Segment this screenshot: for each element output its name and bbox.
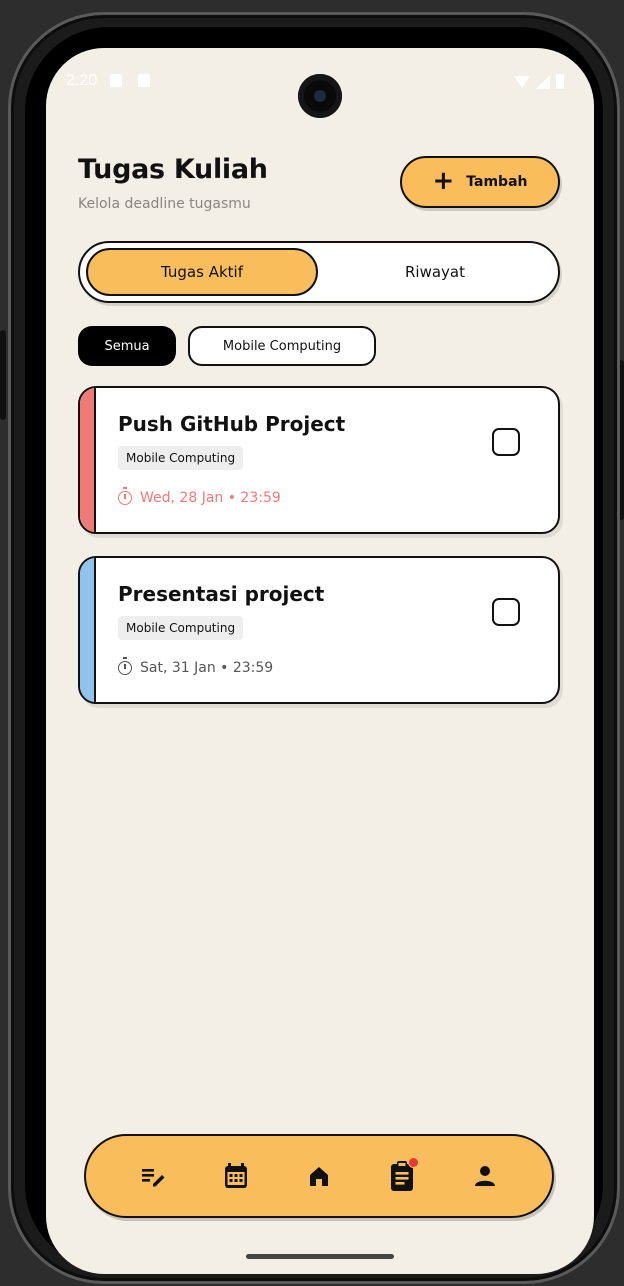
app-screen: 2:20 Tugas Kuliah Kelola deadline tugasm… [46,48,594,1274]
task-deadline: Wed, 28 Jan • 23:59 [118,487,281,506]
device-frame: 2:20 Tugas Kuliah Kelola deadline tugasm… [0,0,624,1286]
tab-riwayat[interactable]: Riwayat [320,248,550,296]
notification-badge [407,1157,419,1168]
task-tab-switcher: Tugas Aktif Riwayat [78,241,560,303]
timer-icon [118,487,132,505]
task-card[interactable]: Push GitHub Project Mobile Computing Wed… [78,386,560,534]
task-complete-checkbox[interactable] [492,428,520,456]
plus-icon: + [432,165,455,196]
filter-chip-semua[interactable]: Semua [78,326,176,366]
task-priority-bar [80,388,96,532]
nav-home-button[interactable] [304,1161,334,1191]
task-course-tag: Mobile Computing [118,616,244,640]
system-icons [514,74,564,89]
home-indicator[interactable] [246,1254,394,1259]
sd-card-icon [110,74,122,87]
filter-chip-mobile-computing[interactable]: Mobile Computing [188,326,376,366]
home-icon [309,1167,328,1186]
task-priority-bar [80,558,96,702]
edit-list-icon [142,1169,165,1187]
add-task-button[interactable]: + Tambah [400,156,560,208]
task-card[interactable]: Presentasi project Mobile Computing Sat,… [78,556,560,704]
timer-icon [118,657,132,675]
nav-profile-button[interactable] [470,1161,500,1191]
task-course-tag: Mobile Computing [118,446,244,470]
front-camera [298,74,342,118]
add-task-label: Tambah [466,174,528,190]
task-complete-checkbox[interactable] [492,598,520,626]
bottom-navigation [84,1134,554,1218]
wifi-icon [514,75,530,88]
task-title: Presentasi project [118,582,325,606]
nav-assignments-button[interactable] [387,1157,419,1191]
task-deadline-text: Sat, 31 Jan • 23:59 [140,660,274,676]
task-deadline-text: Wed, 28 Jan • 23:59 [140,490,281,506]
nav-calendar-button[interactable] [221,1161,251,1191]
status-bar: 2:20 [46,48,594,128]
calendar-icon [225,1163,248,1188]
notification-icon [138,74,150,87]
task-title: Push GitHub Project [118,412,346,436]
page-subtitle: Kelola deadline tugasmu [78,196,251,212]
nav-tasks-edit-button[interactable] [138,1161,168,1191]
person-icon [474,1166,495,1186]
tab-tugas-aktif[interactable]: Tugas Aktif [86,248,318,296]
signal-icon [536,74,550,89]
battery-icon [556,74,564,89]
task-deadline: Sat, 31 Jan • 23:59 [118,657,274,676]
page-title: Tugas Kuliah [78,154,268,185]
volume-button [0,330,6,420]
status-time: 2:20 [66,72,98,89]
